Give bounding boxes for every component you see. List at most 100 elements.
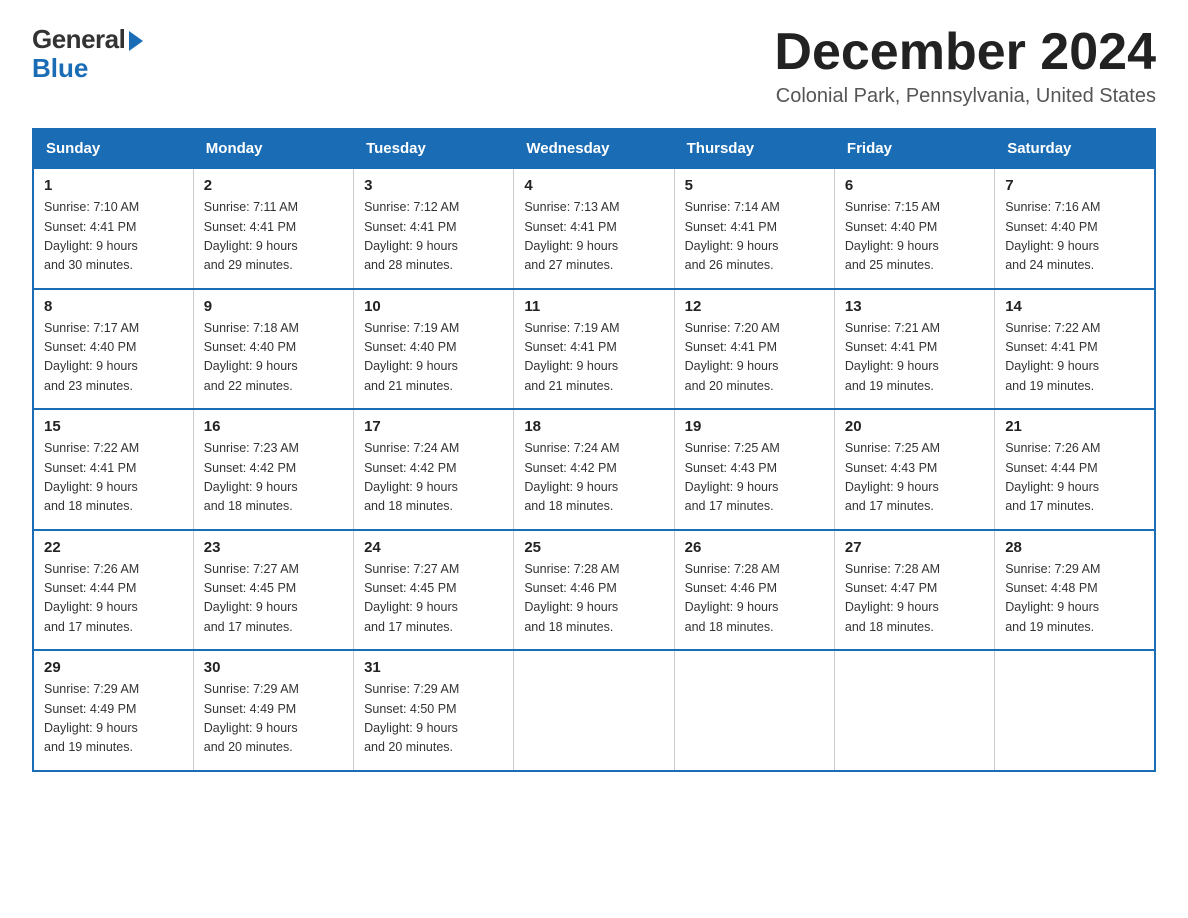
page-header: General Blue December 2024 Colonial Park… — [32, 24, 1156, 108]
day-number: 29 — [44, 659, 183, 676]
day-info: Sunrise: 7:11 AMSunset: 4:41 PMDaylight:… — [204, 198, 343, 276]
logo: General Blue — [32, 24, 143, 84]
calendar-cell: 3Sunrise: 7:12 AMSunset: 4:41 PMDaylight… — [354, 168, 514, 289]
weekday-header-friday: Friday — [834, 129, 994, 168]
calendar-cell: 19 Sunrise: 7:25 AMSunset: 4:43 PMDayligh… — [674, 409, 834, 530]
day-info: Sunrise: 7:24 AMSunset: 4:42 PMDaylight:… — [364, 439, 503, 517]
day-number: 31 — [364, 659, 503, 676]
day-number: 25 — [524, 539, 663, 556]
day-number: 14 — [1005, 298, 1144, 315]
calendar-cell: 16 Sunrise: 7:23 AMSunset: 4:42 PMDayligh… — [193, 409, 353, 530]
calendar-week-row: 1Sunrise: 7:10 AMSunset: 4:41 PMDaylight… — [33, 168, 1155, 289]
day-info: Sunrise: 7:17 AMSunset: 4:40 PMDaylight:… — [44, 319, 183, 397]
day-number: 9 — [204, 298, 343, 315]
day-info: Sunrise: 7:27 AMSunset: 4:45 PMDaylight:… — [364, 560, 503, 638]
day-info: Sunrise: 7:25 AMSunset: 4:43 PMDaylight:… — [685, 439, 824, 517]
calendar-cell: 5 Sunrise: 7:14 AMSunset: 4:41 PMDaylight… — [674, 168, 834, 289]
calendar-cell: 2 Sunrise: 7:11 AMSunset: 4:41 PMDaylight… — [193, 168, 353, 289]
calendar-cell: 15 Sunrise: 7:22 AMSunset: 4:41 PMDayligh… — [33, 409, 193, 530]
day-info: Sunrise: 7:28 AMSunset: 4:46 PMDaylight:… — [524, 560, 663, 638]
day-number: 7 — [1005, 177, 1144, 194]
day-info: Sunrise: 7:15 AMSunset: 4:40 PMDaylight:… — [845, 198, 984, 276]
weekday-header-monday: Monday — [193, 129, 353, 168]
logo-triangle-icon — [129, 31, 143, 51]
day-number: 23 — [204, 539, 343, 556]
day-number: 13 — [845, 298, 984, 315]
weekday-header-tuesday: Tuesday — [354, 129, 514, 168]
day-number: 12 — [685, 298, 824, 315]
calendar-cell: 6Sunrise: 7:15 AMSunset: 4:40 PMDaylight… — [834, 168, 994, 289]
calendar-cell: 27 Sunrise: 7:28 AMSunset: 4:47 PMDayligh… — [834, 530, 994, 651]
day-number: 15 — [44, 418, 183, 435]
weekday-header-sunday: Sunday — [33, 129, 193, 168]
location-subtitle: Colonial Park, Pennsylvania, United Stat… — [774, 85, 1156, 108]
day-number: 8 — [44, 298, 183, 315]
calendar-week-row: 15 Sunrise: 7:22 AMSunset: 4:41 PMDayligh… — [33, 409, 1155, 530]
day-number: 5 — [685, 177, 824, 194]
day-info: Sunrise: 7:29 AMSunset: 4:50 PMDaylight:… — [364, 680, 503, 758]
day-number: 27 — [845, 539, 984, 556]
calendar-cell: 23Sunrise: 7:27 AMSunset: 4:45 PMDayligh… — [193, 530, 353, 651]
day-info: Sunrise: 7:29 AMSunset: 4:49 PMDaylight:… — [44, 680, 183, 758]
calendar-cell: 30 Sunrise: 7:29 AMSunset: 4:49 PMDayligh… — [193, 650, 353, 771]
day-number: 30 — [204, 659, 343, 676]
calendar-cell: 14 Sunrise: 7:22 AMSunset: 4:41 PMDayligh… — [995, 289, 1155, 410]
day-info: Sunrise: 7:26 AMSunset: 4:44 PMDaylight:… — [44, 560, 183, 638]
day-number: 22 — [44, 539, 183, 556]
calendar-cell: 11 Sunrise: 7:19 AMSunset: 4:41 PMDayligh… — [514, 289, 674, 410]
logo-general-text: General — [32, 24, 125, 55]
day-info: Sunrise: 7:16 AMSunset: 4:40 PMDaylight:… — [1005, 198, 1144, 276]
calendar-cell: 8 Sunrise: 7:17 AMSunset: 4:40 PMDaylight… — [33, 289, 193, 410]
calendar-cell — [514, 650, 674, 771]
weekday-header-wednesday: Wednesday — [514, 129, 674, 168]
calendar-cell: 13 Sunrise: 7:21 AMSunset: 4:41 PMDayligh… — [834, 289, 994, 410]
day-number: 3 — [364, 177, 503, 194]
calendar-cell — [834, 650, 994, 771]
day-info: Sunrise: 7:28 AMSunset: 4:47 PMDaylight:… — [845, 560, 984, 638]
day-info: Sunrise: 7:22 AMSunset: 4:41 PMDaylight:… — [1005, 319, 1144, 397]
calendar-cell: 17Sunrise: 7:24 AMSunset: 4:42 PMDayligh… — [354, 409, 514, 530]
calendar-cell — [674, 650, 834, 771]
calendar-cell: 12 Sunrise: 7:20 AMSunset: 4:41 PMDayligh… — [674, 289, 834, 410]
day-info: Sunrise: 7:23 AMSunset: 4:42 PMDaylight:… — [204, 439, 343, 517]
calendar-cell: 22 Sunrise: 7:26 AMSunset: 4:44 PMDayligh… — [33, 530, 193, 651]
day-number: 16 — [204, 418, 343, 435]
day-number: 10 — [364, 298, 503, 315]
calendar-cell: 20Sunrise: 7:25 AMSunset: 4:43 PMDayligh… — [834, 409, 994, 530]
day-number: 26 — [685, 539, 824, 556]
day-info: Sunrise: 7:24 AMSunset: 4:42 PMDaylight:… — [524, 439, 663, 517]
day-number: 18 — [524, 418, 663, 435]
day-info: Sunrise: 7:28 AMSunset: 4:46 PMDaylight:… — [685, 560, 824, 638]
day-info: Sunrise: 7:25 AMSunset: 4:43 PMDaylight:… — [845, 439, 984, 517]
calendar-week-row: 29 Sunrise: 7:29 AMSunset: 4:49 PMDayligh… — [33, 650, 1155, 771]
day-info: Sunrise: 7:19 AMSunset: 4:40 PMDaylight:… — [364, 319, 503, 397]
day-info: Sunrise: 7:20 AMSunset: 4:41 PMDaylight:… — [685, 319, 824, 397]
calendar-table: SundayMondayTuesdayWednesdayThursdayFrid… — [32, 128, 1156, 772]
weekday-header-thursday: Thursday — [674, 129, 834, 168]
calendar-cell: 28 Sunrise: 7:29 AMSunset: 4:48 PMDayligh… — [995, 530, 1155, 651]
day-info: Sunrise: 7:14 AMSunset: 4:41 PMDaylight:… — [685, 198, 824, 276]
calendar-cell: 31 Sunrise: 7:29 AMSunset: 4:50 PMDayligh… — [354, 650, 514, 771]
day-number: 1 — [44, 177, 183, 194]
calendar-cell: 21Sunrise: 7:26 AMSunset: 4:44 PMDayligh… — [995, 409, 1155, 530]
calendar-cell: 9Sunrise: 7:18 AMSunset: 4:40 PMDaylight… — [193, 289, 353, 410]
day-number: 28 — [1005, 539, 1144, 556]
calendar-cell: 29 Sunrise: 7:29 AMSunset: 4:49 PMDayligh… — [33, 650, 193, 771]
calendar-cell: 1Sunrise: 7:10 AMSunset: 4:41 PMDaylight… — [33, 168, 193, 289]
day-info: Sunrise: 7:29 AMSunset: 4:48 PMDaylight:… — [1005, 560, 1144, 638]
day-info: Sunrise: 7:13 AMSunset: 4:41 PMDaylight:… — [524, 198, 663, 276]
day-number: 11 — [524, 298, 663, 315]
day-info: Sunrise: 7:19 AMSunset: 4:41 PMDaylight:… — [524, 319, 663, 397]
day-info: Sunrise: 7:22 AMSunset: 4:41 PMDaylight:… — [44, 439, 183, 517]
day-number: 4 — [524, 177, 663, 194]
day-number: 19 — [685, 418, 824, 435]
calendar-cell: 4 Sunrise: 7:13 AMSunset: 4:41 PMDaylight… — [514, 168, 674, 289]
day-number: 2 — [204, 177, 343, 194]
calendar-cell — [995, 650, 1155, 771]
day-info: Sunrise: 7:26 AMSunset: 4:44 PMDaylight:… — [1005, 439, 1144, 517]
month-title: December 2024 — [774, 24, 1156, 81]
day-info: Sunrise: 7:29 AMSunset: 4:49 PMDaylight:… — [204, 680, 343, 758]
weekday-header-row: SundayMondayTuesdayWednesdayThursdayFrid… — [33, 129, 1155, 168]
day-info: Sunrise: 7:21 AMSunset: 4:41 PMDaylight:… — [845, 319, 984, 397]
calendar-week-row: 8 Sunrise: 7:17 AMSunset: 4:40 PMDaylight… — [33, 289, 1155, 410]
